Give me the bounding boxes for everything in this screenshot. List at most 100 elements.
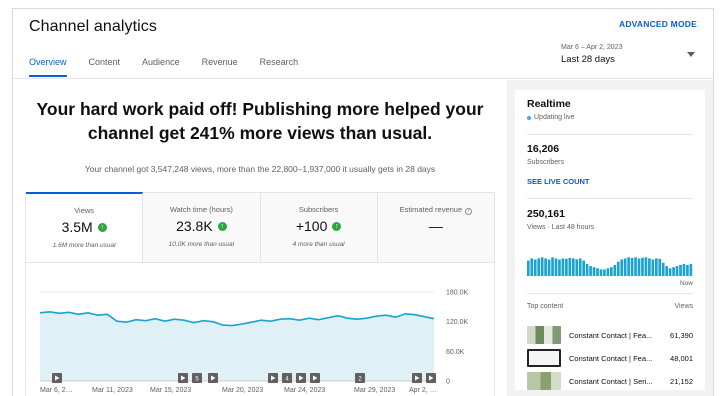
x-tick-label: Mar 15, 2023 [150, 387, 192, 394]
metric-card-subscribers[interactable]: Subscribers +100 ↑ 4 more than usual [261, 193, 378, 262]
realtime-bar [634, 257, 637, 276]
video-title: Constant Contact | Fea... [569, 353, 653, 363]
realtime-bar [658, 258, 662, 276]
divider [527, 198, 693, 199]
views-chart: 180.0K 120.0K 60.0K 0 5 4 2 Mar 6, 2… Mar 11, 2… [25, 262, 495, 396]
page-title: Channel analytics [29, 18, 157, 35]
realtime-bar [551, 257, 554, 276]
top-content-item[interactable]: Constant Contact | Fea... 61,390 [527, 325, 693, 345]
metric-card-revenue[interactable]: Estimated revenue i — [378, 193, 494, 262]
metric-cards: Views 3.5M ↑ 1.6M more than usual Watch … [25, 192, 495, 262]
video-thumbnail [527, 349, 561, 367]
video-marker[interactable]: 4 [282, 373, 292, 383]
realtime-bar [561, 258, 565, 276]
realtime-column: Realtime Updating live 16,206 Subscriber… [507, 80, 713, 396]
top-content-item[interactable]: Constant Contact | Fea... 48,001 [527, 348, 693, 368]
trend-up-icon: ↑ [332, 221, 342, 231]
realtime-card: Realtime Updating live 16,206 Subscriber… [515, 90, 705, 390]
divider [527, 293, 693, 294]
realtime-bar [582, 260, 585, 276]
now-label: Now [679, 280, 693, 287]
x-tick-label: Mar 11, 2023 [92, 387, 133, 394]
video-views: 61,390 [670, 330, 693, 340]
realtime-bar [544, 258, 547, 276]
video-marker[interactable] [296, 373, 306, 383]
video-thumbnail [527, 372, 561, 390]
video-marker[interactable] [178, 373, 188, 383]
realtime-bar [603, 269, 606, 276]
realtime-bar [599, 269, 603, 276]
y-tick-label: 60.0K [446, 349, 465, 356]
metric-value-row: 23.8K ↑ [143, 218, 259, 234]
video-marker[interactable] [52, 373, 62, 383]
tab-overview[interactable]: Overview [29, 57, 67, 77]
metric-value: — [428, 218, 443, 234]
tab-bar: Overview Content Audience Revenue Resear… [29, 57, 320, 77]
y-tick-label: 120.0K [446, 319, 469, 326]
date-range-dates: Mar 6 – Apr 2, 2023 [561, 44, 623, 51]
realtime-bar [589, 266, 592, 276]
metric-value: +100 [295, 218, 328, 234]
realtime-bar [547, 259, 551, 276]
realtime-views-bars [527, 257, 693, 276]
realtime-bar [530, 258, 534, 276]
top-content-item[interactable]: Constant Contact | Seri... 21,152 [527, 371, 693, 391]
realtime-bar [568, 257, 572, 276]
advanced-mode-button[interactable]: ADVANCED MODE [619, 19, 697, 29]
x-tick-label: Mar 6, 2… [40, 387, 73, 394]
y-tick-label: 0 [446, 379, 450, 386]
realtime-bar [630, 257, 634, 276]
video-marker[interactable]: 2 [355, 373, 365, 383]
realtime-bar [592, 267, 596, 276]
metric-note: 10.0K more than usual [168, 241, 235, 248]
video-marker[interactable] [268, 373, 278, 383]
realtime-bar [644, 257, 648, 276]
metric-note: 1.6M more than usual [52, 242, 116, 249]
realtime-bar [558, 259, 561, 276]
date-range-label: Last 28 days [561, 54, 615, 65]
realtime-bar [623, 258, 627, 276]
x-tick-label: Mar 24, 2023 [284, 387, 326, 394]
chevron-down-icon [687, 52, 695, 57]
realtime-bar [537, 258, 541, 276]
realtime-bar [668, 268, 672, 276]
realtime-bar [565, 258, 568, 276]
realtime-bar [648, 258, 651, 276]
metric-card-watch-time[interactable]: Watch time (hours) 23.8K ↑ 10.0K more th… [143, 193, 261, 262]
page-header: Channel analytics ADVANCED MODE Overview… [13, 9, 713, 79]
video-marker[interactable] [208, 373, 218, 383]
y-tick-label: 180.0K [446, 290, 469, 297]
info-icon[interactable]: i [465, 208, 473, 215]
tab-research[interactable]: Research [260, 57, 299, 77]
metric-value-row: 3.5M ↑ [26, 219, 142, 235]
live-status: Updating live [527, 114, 574, 121]
see-live-count-link[interactable]: SEE LIVE COUNT [527, 177, 590, 186]
realtime-bar [616, 261, 620, 276]
metric-card-views[interactable]: Views 3.5M ↑ 1.6M more than usual [26, 192, 144, 262]
tab-audience[interactable]: Audience [142, 57, 180, 77]
metric-label: Watch time (hours) [169, 205, 233, 214]
video-marker[interactable] [412, 373, 422, 383]
video-marker[interactable] [310, 373, 320, 383]
realtime-bar [578, 258, 582, 276]
live-dot-icon [527, 115, 531, 120]
realtime-bar [554, 258, 558, 276]
views-chart-svg: 180.0K 120.0K 60.0K 0 5 4 2 [39, 290, 469, 386]
video-marker[interactable] [426, 373, 436, 383]
realtime-bar [679, 265, 682, 276]
realtime-bar [571, 258, 575, 276]
metric-value: 3.5M [61, 219, 93, 235]
metric-value-row: +100 ↑ [261, 218, 377, 234]
tab-revenue[interactable]: Revenue [202, 57, 238, 77]
realtime-bar [665, 266, 668, 276]
realtime-bar [675, 266, 679, 276]
video-marker[interactable]: 5 [192, 373, 202, 383]
metric-label: Views [74, 206, 95, 215]
tab-content[interactable]: Content [89, 57, 121, 77]
subscriber-label: Subscribers [527, 159, 564, 166]
top-content-header: Top content Views [527, 303, 693, 310]
date-range-picker[interactable]: Mar 6 – Apr 2, 2023 Last 28 days [561, 44, 697, 74]
realtime-bar [610, 267, 613, 276]
realtime-bar [527, 260, 530, 276]
realtime-bar [641, 257, 644, 276]
